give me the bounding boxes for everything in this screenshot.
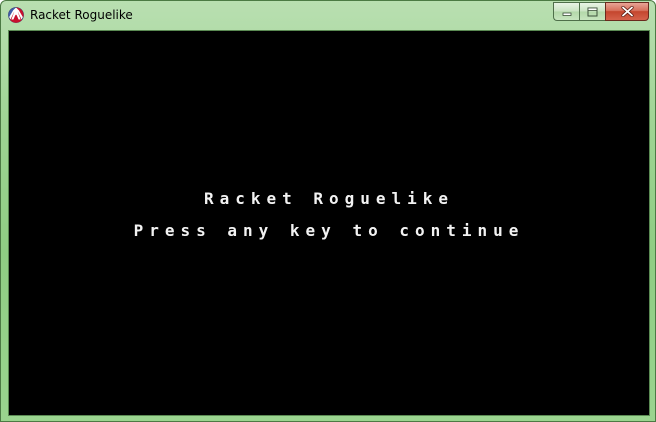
title-bar[interactable]: Racket Roguelike bbox=[1, 1, 655, 29]
close-icon bbox=[620, 6, 634, 17]
close-button[interactable] bbox=[605, 2, 649, 21]
game-canvas[interactable]: Racket Roguelike Press any key to contin… bbox=[8, 30, 650, 416]
app-window: Racket Roguelike Racket Roguelike Press … bbox=[0, 0, 656, 422]
continue-prompt-text: Press any key to continue bbox=[133, 221, 525, 240]
minimize-button[interactable] bbox=[553, 2, 579, 21]
window-title: Racket Roguelike bbox=[30, 8, 133, 22]
maximize-icon bbox=[587, 7, 598, 16]
racket-logo-icon[interactable] bbox=[8, 7, 24, 23]
minimize-icon bbox=[562, 12, 571, 16]
game-title-text: Racket Roguelike bbox=[203, 189, 455, 208]
caption-buttons bbox=[553, 2, 649, 21]
maximize-button[interactable] bbox=[579, 2, 605, 21]
